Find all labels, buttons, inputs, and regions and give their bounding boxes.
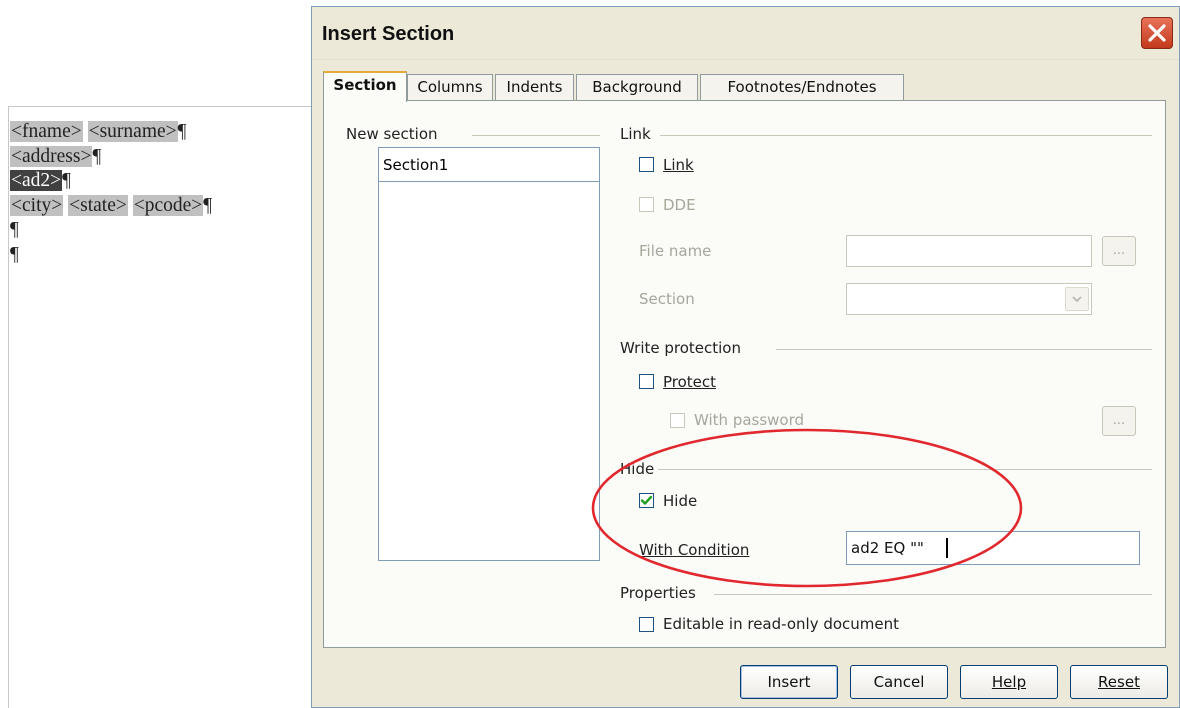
document-text[interactable]: <fname> <surname>¶ <address>¶ <ad2>¶ <ci… [10, 120, 212, 267]
link-checkbox[interactable] [639, 157, 654, 172]
field-pcode[interactable]: <pcode> [132, 194, 204, 216]
protect-checkbox-text: Protect [663, 373, 717, 391]
tab-footnotes-endnotes[interactable]: Footnotes/Endnotes [700, 74, 904, 101]
chevron-down-icon [1072, 296, 1082, 303]
page-left-edge [8, 106, 9, 708]
editable-readonly-label: Editable in read-only document [663, 615, 900, 633]
close-icon [1148, 24, 1166, 42]
link-group-divider [660, 135, 1152, 136]
field-address[interactable]: <address> [10, 145, 93, 167]
link-checkbox-text: Link [663, 156, 694, 174]
link-group-label: Link [620, 125, 651, 143]
file-name-label: File name [639, 242, 712, 260]
section-dropdown-button[interactable] [1065, 287, 1089, 311]
write-protection-divider [776, 349, 1152, 350]
reset-button[interactable]: Reset [1070, 665, 1168, 699]
cancel-button[interactable]: Cancel [850, 665, 948, 699]
protect-checkbox[interactable] [639, 374, 654, 389]
doc-line-5: ¶ [10, 218, 212, 243]
dialog-title: Insert Section [322, 23, 455, 45]
new-section-label: New section [346, 125, 438, 143]
new-section-divider [472, 135, 600, 136]
doc-line-6: ¶ [10, 243, 212, 268]
doc-line-4: <city> <state> <pcode>¶ [10, 194, 212, 219]
browse-file-button[interactable]: ... [1102, 236, 1136, 266]
close-button[interactable] [1141, 17, 1173, 49]
field-surname[interactable]: <surname> [87, 121, 178, 142]
help-button-text: Help [991, 673, 1027, 691]
pilcrow: ¶ [10, 219, 19, 240]
reset-button-text: Reset [1098, 673, 1140, 691]
document-area: <fname> <surname>¶ <address>¶ <ad2>¶ <ci… [0, 0, 330, 708]
field-city[interactable]: <city> [10, 194, 64, 216]
editable-readonly-checkbox[interactable] [639, 617, 654, 632]
field-ad2[interactable]: <ad2> [10, 170, 63, 191]
file-name-input[interactable] [846, 235, 1092, 267]
pilcrow: ¶ [62, 170, 71, 191]
tab-columns[interactable]: Columns [407, 74, 493, 101]
doc-line-3: <ad2>¶ [10, 169, 212, 194]
link-checkbox-label: Link [663, 156, 694, 174]
insert-button[interactable]: Insert [740, 665, 838, 699]
pilcrow: ¶ [177, 121, 187, 142]
help-button[interactable]: Help [960, 665, 1058, 699]
password-button[interactable]: ... [1102, 406, 1136, 436]
pilcrow: ¶ [203, 194, 213, 216]
dde-checkbox[interactable] [639, 197, 654, 212]
write-protection-label: Write protection [620, 339, 741, 357]
tab-background[interactable]: Background [576, 74, 698, 101]
section-list[interactable]: Section1 [378, 147, 600, 561]
field-fname[interactable]: <fname> [10, 121, 83, 142]
tab-indents[interactable]: Indents [495, 74, 574, 101]
protect-checkbox-label: Protect [663, 373, 716, 391]
doc-line-2: <address>¶ [10, 145, 212, 170]
field-state[interactable]: <state> [68, 194, 128, 216]
red-circle-annotation [591, 428, 1023, 588]
dialog-titlebar[interactable]: Insert Section [312, 7, 1179, 60]
doc-line-1: <fname> <surname>¶ [10, 120, 212, 145]
pilcrow: ¶ [10, 243, 19, 265]
tab-section[interactable]: Section [323, 71, 407, 102]
section-link-select[interactable] [846, 283, 1092, 315]
pilcrow: ¶ [92, 145, 102, 167]
annotation-ellipse [591, 428, 1023, 588]
dde-checkbox-label: DDE [663, 196, 696, 214]
page-top-edge [8, 106, 330, 107]
section-link-label: Section [639, 290, 695, 308]
section-name-input[interactable]: Section1 [379, 148, 599, 182]
